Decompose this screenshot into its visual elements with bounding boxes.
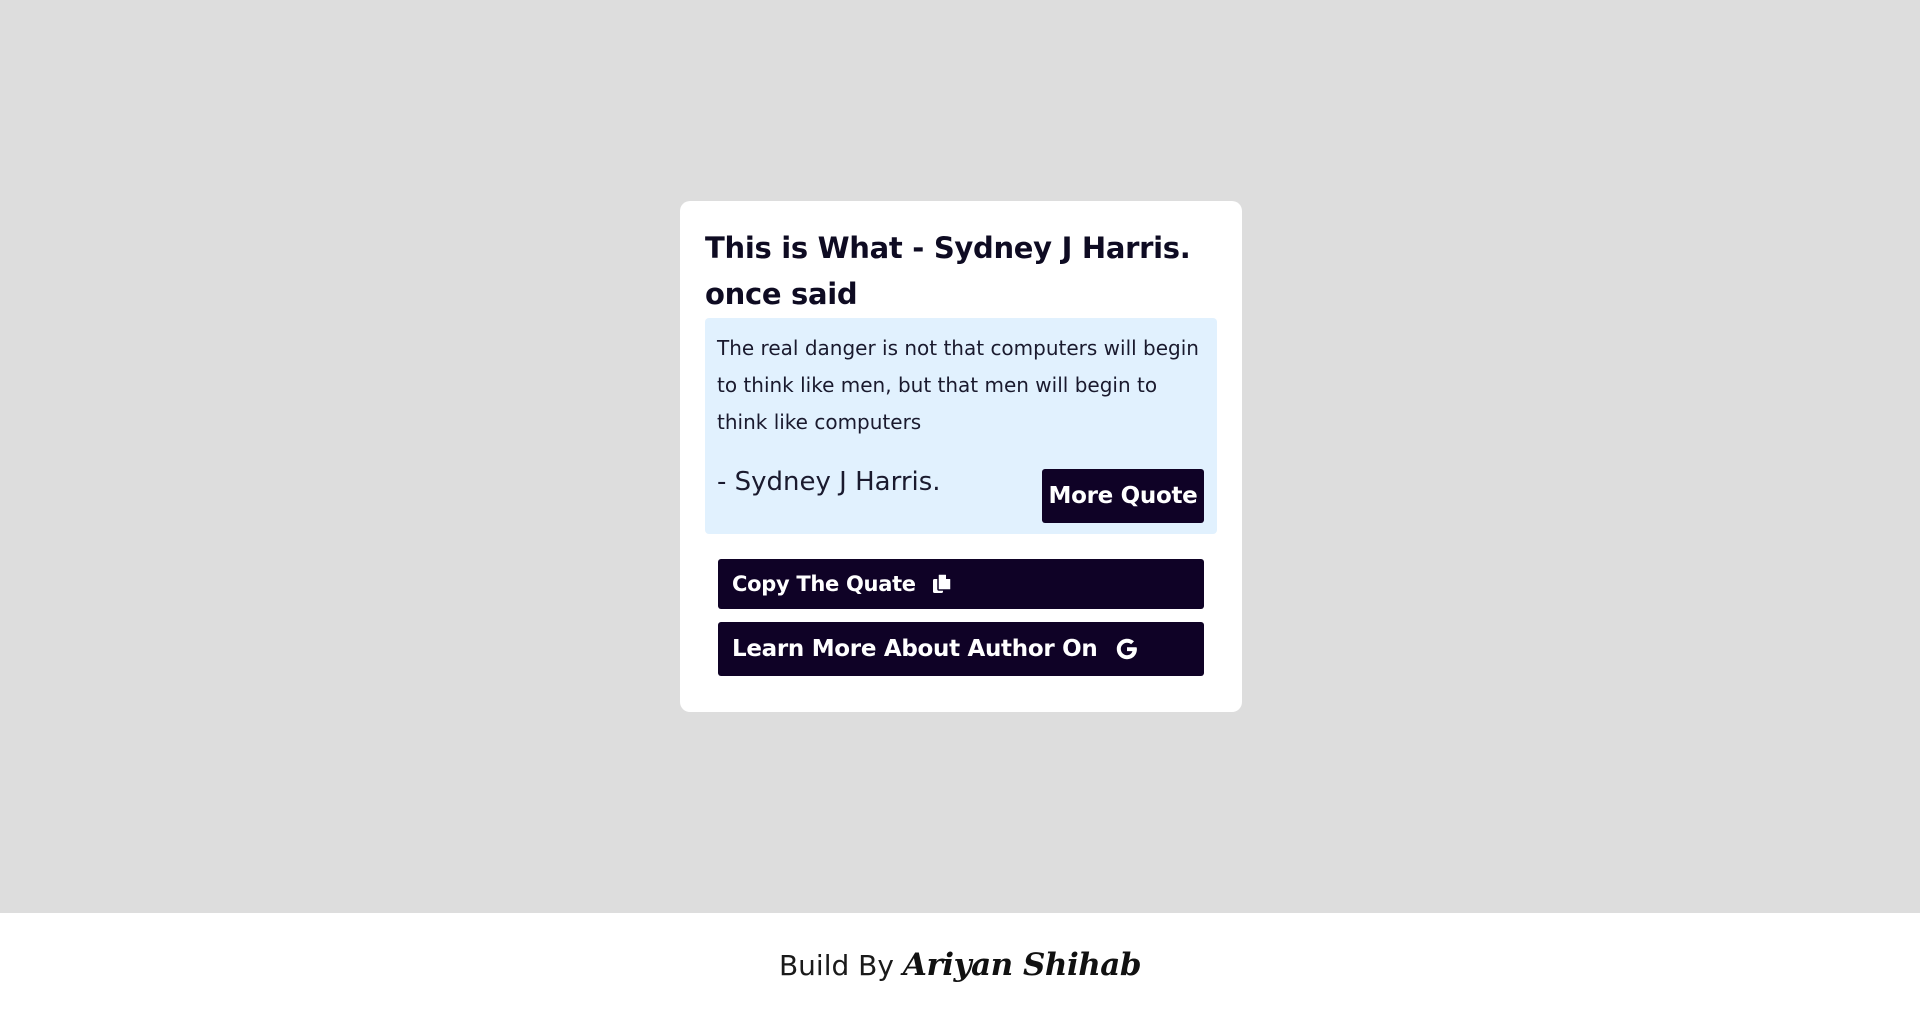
quote-box: The real danger is not that computers wi… xyxy=(705,318,1217,534)
copy-icon xyxy=(932,573,952,595)
footer: Build By Ariyan Shihab xyxy=(0,913,1920,1012)
more-quote-label: More Quote xyxy=(1048,483,1198,509)
footer-label: Build By xyxy=(778,949,894,982)
quote-text: The real danger is not that computers wi… xyxy=(717,336,1199,434)
learn-more-author-button[interactable]: Learn More About Author On xyxy=(718,622,1204,676)
copy-quote-label: Copy The Quate xyxy=(732,572,916,596)
footer-credit: Build By Ariyan Shihab xyxy=(778,947,1142,983)
copy-quote-button[interactable]: Copy The Quate xyxy=(718,559,1204,609)
footer-author-name: Ariyan Shihab xyxy=(902,947,1142,983)
card-title: This is What - Sydney J Harris. once sai… xyxy=(705,231,1191,311)
page-background: This is What - Sydney J Harris. once sai… xyxy=(0,0,1920,913)
learn-more-label: Learn More About Author On xyxy=(732,636,1098,662)
quote-card: This is What - Sydney J Harris. once sai… xyxy=(680,201,1242,712)
google-icon xyxy=(1115,637,1139,661)
quote-author: - Sydney J Harris. xyxy=(717,467,941,497)
more-quote-button[interactable]: More Quote xyxy=(1042,469,1204,523)
